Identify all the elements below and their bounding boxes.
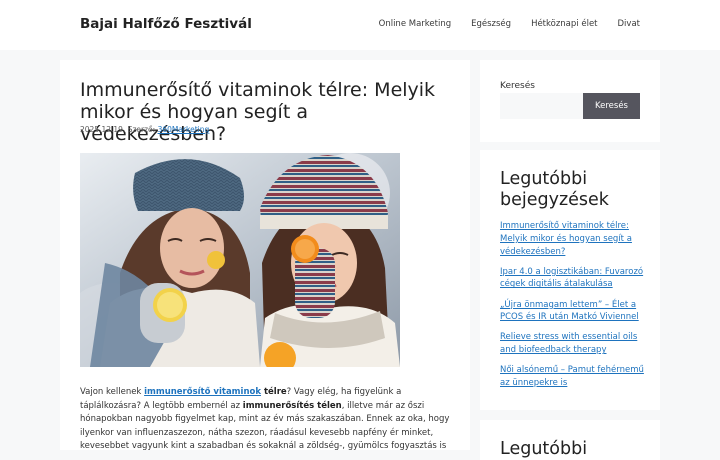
list-item: „Újra önmagam lettem” – Élet a PCOS és I… (500, 299, 645, 325)
nav-item-divat[interactable]: Divat (618, 19, 640, 29)
nav-item-hetkoznapi-elet[interactable]: Hétköznapi élet (531, 19, 597, 29)
recent-posts-widget: Legutóbbi bejegyzések Immunerősítő vitam… (480, 150, 660, 410)
recent-post-link[interactable]: „Újra önmagam lettem” – Élet a PCOS és I… (500, 300, 639, 323)
second-widget: Legutóbbi (480, 420, 660, 460)
recent-post-link[interactable]: Női alsónemű – Pamut fehérnemű az ünnepe… (500, 365, 644, 388)
featured-image (80, 153, 400, 367)
author-link[interactable]: 360Marketing (158, 125, 210, 134)
search-input[interactable] (500, 93, 583, 119)
recent-post-link[interactable]: Relieve stress with essential oils and b… (500, 332, 637, 355)
article-container: Immunerősítő vitaminok télre: Melyik mik… (60, 60, 470, 450)
list-item: Immunerősítő vitaminok télre: Melyik mik… (500, 220, 645, 258)
author-prefix: Szerző: (127, 125, 156, 134)
nav-item-online-marketing[interactable]: Online Marketing (379, 19, 451, 29)
search-widget: Keresés Keresés (480, 60, 660, 142)
article-date: 2025.12.19. (80, 125, 126, 134)
recent-posts-title: Legutóbbi bejegyzések (500, 169, 609, 210)
vitamins-link[interactable]: immunerősítő vitaminok (144, 387, 261, 397)
list-item: Ipar 4.0 a logisztikában: Fuvarozó cégek… (500, 266, 645, 292)
intro-text: Vajon kellenek (80, 387, 145, 397)
recent-post-link[interactable]: Immunerősítő vitaminok télre: Melyik mik… (500, 221, 632, 257)
recent-posts-list: Immunerősítő vitaminok télre: Melyik mik… (500, 220, 645, 397)
recent-post-link[interactable]: Ipar 4.0 a logisztikában: Fuvarozó cégek… (500, 267, 643, 290)
article-intro-paragraph: Vajon kellenek immunerősítő vitaminok té… (80, 386, 455, 450)
list-item: Női alsónemű – Pamut fehérnemű az ünnepe… (500, 364, 645, 390)
two-women-winter-photo (80, 153, 400, 367)
nav-item-egeszseg[interactable]: Egészség (471, 19, 511, 29)
article-title: Immunerősítő vitaminok télre: Melyik mik… (80, 79, 436, 145)
bold-text-telre: télre (261, 387, 287, 397)
main-navigation: Online Marketing Egészség Hétköznapi éle… (379, 19, 640, 29)
bold-text-immunerosites: immunerősítés télen (242, 400, 342, 411)
site-title[interactable]: Bajai Halfőző Fesztivál (80, 16, 252, 32)
article-meta: 2025.12.19. Szerző: 360Marketing (80, 125, 209, 134)
search-label: Keresés (500, 81, 535, 91)
site-header: Bajai Halfőző Fesztivál Online Marketing… (0, 0, 720, 50)
list-item: Relieve stress with essential oils and b… (500, 331, 645, 357)
search-button[interactable]: Keresés (583, 93, 640, 119)
